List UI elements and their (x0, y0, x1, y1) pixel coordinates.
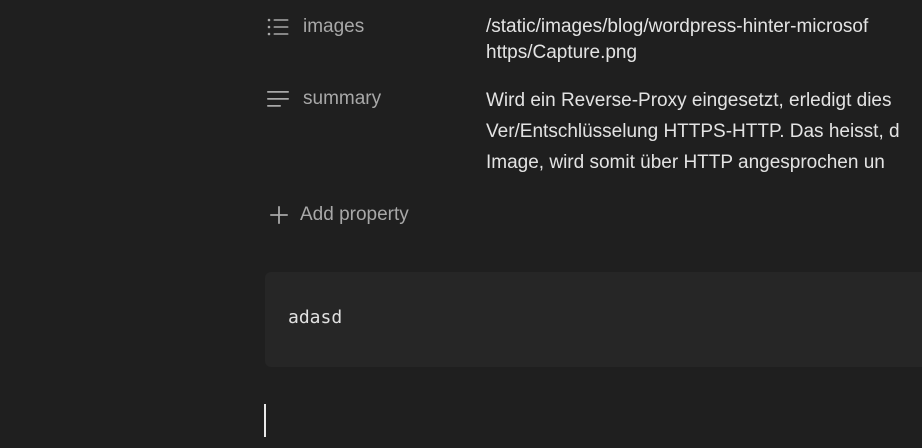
property-value-summary[interactable]: Wird ein Reverse-Proxy eingesetzt, erled… (486, 85, 900, 178)
property-name-summary: summary (303, 88, 382, 109)
plus-icon (270, 206, 288, 224)
property-value-line: Image, wird somit über HTTP angesprochen… (486, 152, 885, 173)
property-name-images: images (303, 16, 365, 37)
text-lines-icon (267, 91, 289, 107)
text-cursor (264, 404, 266, 437)
property-value-line: Ver/Entschlüsselung HTTPS-HTTP. Das heis… (486, 121, 900, 142)
code-block[interactable]: adasd (265, 272, 922, 367)
bulleted-list-icon (267, 18, 289, 36)
property-value-line: https/Capture.png (486, 42, 638, 63)
property-value-images[interactable]: /static/images/blog/wordpress-hinter-mic… (486, 12, 868, 68)
add-property-label: Add property (300, 204, 409, 225)
code-block-text[interactable]: adasd (288, 307, 342, 328)
property-value-line: Wird ein Reverse-Proxy eingesetzt, erled… (486, 90, 892, 111)
add-property-button[interactable]: Add property (269, 200, 409, 230)
